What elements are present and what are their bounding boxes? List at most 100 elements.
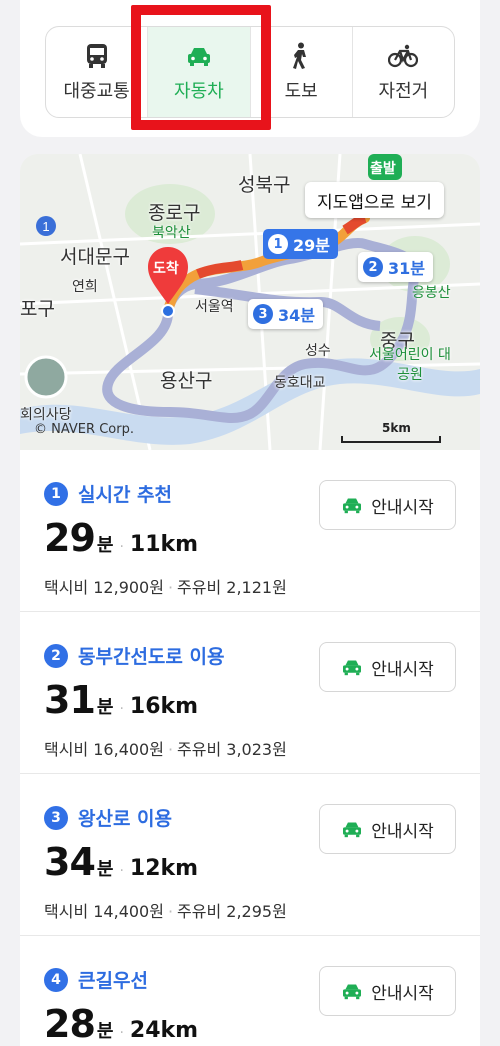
car-icon bbox=[186, 41, 212, 71]
map-label-assembly: 회의사당 bbox=[20, 407, 72, 423]
map-label-yeonhui: 연희 bbox=[72, 279, 98, 295]
route-item[interactable]: 4 큰길우선 28 분 · 24km 안내시작 bbox=[20, 936, 480, 1046]
separator-dot: · bbox=[119, 701, 124, 717]
start-navigation-button[interactable]: 안내시작 bbox=[319, 642, 456, 692]
car-icon bbox=[343, 822, 362, 838]
map-label-mapo: 포구 bbox=[20, 298, 55, 320]
route-header: 3 왕산로 이용 bbox=[44, 804, 172, 831]
route-number-badge: 1 bbox=[44, 481, 68, 506]
map-label-yongsan: 용산구 bbox=[160, 370, 213, 392]
route-minutes: 29 bbox=[44, 516, 96, 560]
route-header: 1 실시간 추천 bbox=[44, 480, 172, 507]
map-label-bugaksan: 북악산 bbox=[152, 225, 191, 241]
route-name: 동부간선도로 이용 bbox=[78, 646, 225, 668]
tab-label: 대중교통 bbox=[63, 81, 130, 102]
map-copyright: © NAVER Corp. bbox=[34, 422, 134, 437]
map-label-dongho-bridge: 동호대교 bbox=[274, 375, 326, 391]
map-scale-label: 5km bbox=[382, 421, 411, 435]
tab-label: 자동차 bbox=[174, 81, 224, 102]
route-minutes: 28 bbox=[44, 1002, 96, 1046]
walk-icon bbox=[291, 41, 311, 71]
route-cost: 택시비 12,900원 · 주유비 2,121원 bbox=[44, 578, 287, 597]
route-number-badge: 4 bbox=[44, 967, 68, 992]
tab-walk[interactable]: 도보 bbox=[251, 27, 353, 117]
start-navigation-label: 안내시작 bbox=[371, 659, 434, 680]
route-name: 큰길우선 bbox=[78, 970, 148, 992]
map-label-childrens-park: 서울어린이 대공원 bbox=[369, 347, 451, 383]
bicycle-icon bbox=[388, 41, 419, 71]
route-item[interactable]: 1 실시간 추천 29 분 · 11km 택시비 12,900원 · 주유비 2,1… bbox=[20, 450, 480, 612]
start-navigation-button[interactable]: 안내시작 bbox=[319, 804, 456, 854]
route-header: 4 큰길우선 bbox=[44, 966, 148, 993]
car-icon bbox=[343, 498, 362, 514]
route-distance: 11km bbox=[129, 532, 199, 557]
start-navigation-label: 안내시작 bbox=[371, 983, 434, 1004]
open-map-app-button[interactable]: 지도앱으로 보기 bbox=[305, 182, 444, 218]
map-label-seodaemun: 서대문구 bbox=[60, 246, 130, 268]
separator-dot: · bbox=[119, 539, 124, 555]
route-minutes-unit: 분 bbox=[96, 859, 114, 880]
route-header: 2 동부간선도로 이용 bbox=[44, 642, 224, 669]
route-bubble-number: 2 bbox=[363, 257, 383, 277]
route-distance: 16km bbox=[129, 694, 199, 719]
map-label-eungbongsan: 응봉산 bbox=[412, 285, 451, 301]
start-navigation-label: 안내시작 bbox=[371, 821, 434, 842]
route-summary: 28 분 · 24km bbox=[44, 1002, 198, 1046]
route-distance: 12km bbox=[129, 856, 199, 881]
route-bubble-number: 3 bbox=[253, 304, 273, 324]
tab-car[interactable]: 자동차 bbox=[148, 27, 251, 117]
route-bubble-2[interactable]: 2 31분 bbox=[358, 252, 433, 282]
tab-label: 도보 bbox=[284, 81, 318, 102]
route-bubble-time: 31분 bbox=[388, 259, 425, 278]
route-summary: 34 분 · 12km bbox=[44, 840, 198, 884]
route-cost: 택시비 16,400원 · 주유비 3,023원 bbox=[44, 740, 287, 759]
map-label-seoul-station: 서울역 bbox=[195, 299, 234, 315]
start-navigation-button[interactable]: 안내시작 bbox=[319, 480, 456, 530]
taxi-fare: 택시비 12,900원 bbox=[44, 578, 164, 597]
route-minutes-unit: 분 bbox=[96, 697, 114, 718]
tab-bicycle[interactable]: 자전거 bbox=[353, 27, 454, 117]
route-distance: 24km bbox=[129, 1018, 199, 1043]
fuel-cost: 주유비 3,023원 bbox=[177, 740, 287, 759]
taxi-fare: 택시비 14,400원 bbox=[44, 902, 164, 921]
fuel-cost: 주유비 2,121원 bbox=[177, 578, 287, 597]
map-label-seongbuk: 성북구 bbox=[238, 174, 291, 196]
map-label-seongsu: 성수 bbox=[305, 343, 331, 359]
route-bubble-time: 29분 bbox=[293, 236, 330, 255]
route-summary: 29 분 · 11km bbox=[44, 516, 198, 560]
route-summary: 31 분 · 16km bbox=[44, 678, 198, 722]
route-bubble-1[interactable]: 1 29분 bbox=[263, 229, 338, 259]
separator-dot: · bbox=[119, 863, 124, 879]
fuel-cost: 주유비 2,295원 bbox=[177, 902, 287, 921]
map-label-jongno: 종로구 bbox=[148, 202, 201, 224]
results-card: 1 성북구 종로구 북악산 서대문구 연희 포구 서울역 중구 용산구 성수 서… bbox=[20, 154, 480, 1046]
tab-public-transit[interactable]: 대중교통 bbox=[46, 27, 149, 117]
svg-text:1: 1 bbox=[42, 219, 49, 234]
route-minutes: 31 bbox=[44, 678, 96, 722]
start-navigation-button[interactable]: 안내시작 bbox=[319, 966, 456, 1016]
route-bubble-3[interactable]: 3 34분 bbox=[248, 299, 323, 329]
route-item[interactable]: 2 동부간선도로 이용 31 분 · 16km 택시비 16,400원 · 주유비 … bbox=[20, 612, 480, 774]
start-navigation-label: 안내시작 bbox=[371, 497, 434, 518]
route-bubble-time: 34분 bbox=[278, 306, 315, 325]
departure-pin-label: 출발 bbox=[370, 161, 396, 177]
route-minutes-unit: 분 bbox=[96, 1021, 114, 1042]
route-number-badge: 2 bbox=[44, 643, 68, 668]
route-item[interactable]: 3 왕산로 이용 34 분 · 12km 택시비 14,400원 · 주유비 2,2… bbox=[20, 774, 480, 936]
route-name: 왕산로 이용 bbox=[78, 808, 173, 830]
route-map[interactable]: 1 성북구 종로구 북악산 서대문구 연희 포구 서울역 중구 용산구 성수 서… bbox=[20, 154, 480, 450]
route-name: 실시간 추천 bbox=[78, 484, 173, 506]
car-icon bbox=[343, 984, 362, 1000]
route-minutes-unit: 분 bbox=[96, 535, 114, 556]
car-icon bbox=[343, 660, 362, 676]
separator-dot: · bbox=[119, 1025, 124, 1041]
route-minutes: 34 bbox=[44, 840, 96, 884]
route-cost: 택시비 14,400원 · 주유비 2,295원 bbox=[44, 902, 287, 921]
bus-icon bbox=[85, 41, 109, 71]
tab-label: 자전거 bbox=[378, 81, 429, 102]
arrival-pin-label: 도착 bbox=[153, 261, 179, 277]
transport-tabs: 대중교통 자동차 도보 자전거 bbox=[45, 26, 455, 118]
route-number-badge: 3 bbox=[44, 805, 68, 830]
route-bubble-number: 1 bbox=[268, 234, 288, 254]
taxi-fare: 택시비 16,400원 bbox=[44, 740, 164, 759]
